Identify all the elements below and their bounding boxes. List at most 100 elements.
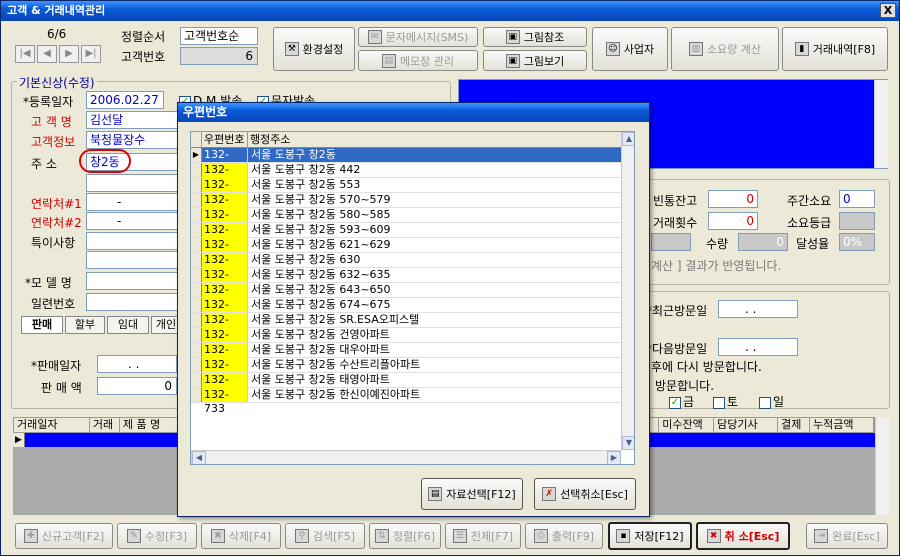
delete-button[interactable]: ✖ 삭제[F4]: [201, 523, 281, 549]
day-sun-checkbox[interactable]: 일: [759, 393, 784, 410]
postal-row[interactable]: 132-692서울 도봉구 창2동 수산트리플아파트: [191, 358, 621, 385]
col-product: 제 품 명: [120, 418, 180, 432]
scroll-right-icon[interactable]: ▶: [607, 451, 621, 464]
tab-rental[interactable]: 임대: [107, 316, 149, 334]
tab-installment[interactable]: 할부: [65, 316, 105, 334]
postal-row[interactable]: 132-959서울 도봉구 창2동 570~579: [191, 193, 621, 220]
postal-row[interactable]: 132-918서울 도봉구 창2동 553: [191, 178, 621, 205]
address-cell: 서울 도봉구 창2동 593~609: [251, 223, 391, 236]
select-data-button[interactable]: ▤ 자료선택[F12]: [421, 478, 523, 510]
postal-row[interactable]: 132-923서울 도봉구 창2동 643~650: [191, 283, 621, 310]
done-button[interactable]: ⇥ 완료[Esc]: [806, 523, 888, 549]
address-cell: 서울 도봉구 창2동 한신이예진아파트: [251, 388, 421, 401]
contact2-field[interactable]: -: [86, 212, 186, 230]
new-icon: ✚: [23, 529, 38, 543]
tab-sale[interactable]: 판매: [21, 316, 63, 334]
edit-button[interactable]: ✎ 수정[F3]: [117, 523, 197, 549]
postal-row[interactable]: 132-693서울 도봉구 창2동 SR.ESA오피스텔: [191, 313, 621, 340]
record-counter: 6/6: [47, 27, 67, 41]
grade-field: [839, 212, 875, 230]
postal-row[interactable]: 132-732서울 도봉구 창2동 태영아파트: [191, 373, 621, 400]
memo-scrollbar[interactable]: [874, 80, 888, 168]
postal-row[interactable]: 132-750서울 도봉구 창2동 건영아파트: [191, 328, 621, 355]
postal-row[interactable]: 132-784서울 도봉구 창2동 대우아파트: [191, 343, 621, 370]
memo-button[interactable]: ▤ 메모장 관리: [358, 50, 478, 71]
postal-code-list[interactable]: 우편번호 행정주소 ▶132-042서울 도봉구 창2동132-912서울 도봉…: [190, 131, 635, 465]
close-button[interactable]: X: [880, 3, 896, 18]
save-button[interactable]: ▪ 저장[F12]: [608, 522, 692, 550]
postal-code-cell: 132-750: [202, 328, 248, 355]
postal-row[interactable]: ▶132-042서울 도봉구 창2동: [191, 148, 621, 175]
print-button[interactable]: ⎙ 출력[F9]: [525, 523, 603, 549]
sort-button[interactable]: ⇅ 정렬[F6]: [369, 523, 441, 549]
postal-row[interactable]: 132-921서울 도봉구 창2동 630: [191, 253, 621, 280]
next-visit-field[interactable]: . .: [718, 338, 798, 356]
model-field[interactable]: [86, 272, 186, 290]
address-cell: 서울 도봉구 창2동 대우아파트: [251, 343, 390, 356]
contact1-field[interactable]: -: [86, 193, 186, 211]
next-record-button[interactable]: ▶: [59, 45, 79, 63]
cancel-button[interactable]: ✖ 취 소[Esc]: [696, 522, 790, 550]
address-cell: 서울 도봉구 창2동: [248, 148, 621, 162]
postal-code-cell: 132-920: [202, 298, 248, 325]
sale-amount-field[interactable]: 0: [97, 377, 177, 395]
postal-code-cell: 132-923: [202, 283, 248, 310]
postal-code-cell: 132-918: [202, 208, 248, 235]
reg-date-field[interactable]: 2006.02.27: [86, 91, 164, 109]
customer-no-label: 고객번호: [121, 50, 166, 64]
row-pointer-icon: [191, 343, 202, 357]
postal-row[interactable]: 132-733 서울 도봉구 창2동 한신이예진아파트: [191, 388, 621, 415]
address-cell: 서울 도봉구 창2동 건영아파트: [251, 328, 390, 341]
postal-row[interactable]: 132-922서울 도봉구 창2동 632~635: [191, 268, 621, 295]
postal-row[interactable]: 132-918서울 도봉구 창2동 580~585: [191, 208, 621, 235]
day-sat-checkbox[interactable]: 토: [713, 393, 738, 410]
business-button[interactable]: ☺ 사업자: [592, 27, 668, 71]
postal-code-cell: 132-918: [202, 178, 248, 205]
qty-label: 수량: [706, 237, 729, 251]
search-button[interactable]: ⚲ 검색[F5]: [285, 523, 365, 549]
picture-ref-button[interactable]: ▣ 그림참조: [483, 27, 587, 47]
notes-field[interactable]: [86, 232, 186, 250]
transactions-button[interactable]: ▮ 거래내역[F8]: [782, 27, 888, 71]
message-icon: ✉: [367, 30, 382, 44]
last-record-button[interactable]: ▶|: [81, 45, 101, 63]
picture-view-icon: ▣: [505, 53, 520, 68]
postal-row[interactable]: 132-919서울 도봉구 창2동 593~609: [191, 223, 621, 250]
sms-button[interactable]: ✉ 문자메시지(SMS): [358, 27, 478, 47]
postal-list-vscroll[interactable]: ▲ ▼: [621, 132, 634, 450]
select-icon: ▤: [428, 487, 443, 501]
row-pointer-icon: [191, 178, 202, 192]
grid-scrollbar[interactable]: [875, 417, 889, 515]
cancel-selection-button[interactable]: ✗ 선택취소[Esc]: [534, 478, 636, 510]
search-icon: ⚲: [294, 529, 309, 543]
prev-record-button[interactable]: ◀: [37, 45, 57, 63]
first-record-button[interactable]: |◀: [15, 45, 35, 63]
picture-view-button[interactable]: ▣ 그림보기: [483, 50, 587, 71]
sale-amount-label: 판 매 액: [41, 381, 82, 395]
postal-list-hscroll[interactable]: ◀ ▶: [191, 450, 621, 464]
notes-field-2[interactable]: [86, 251, 186, 269]
sort-icon: ⇅: [374, 529, 389, 543]
settings-button[interactable]: ⚒ 환경설정: [273, 27, 355, 71]
postal-code-dialog: 우편번호 우편번호 행정주소 ▶132-042서울 도봉구 창2동132-912…: [177, 102, 650, 517]
sale-date-field[interactable]: . .: [97, 355, 177, 373]
consumption-calc-button[interactable]: ▥ 소요량 계산: [671, 27, 779, 71]
scroll-down-icon[interactable]: ▼: [622, 436, 634, 450]
last-visit-field[interactable]: . .: [718, 300, 798, 318]
scroll-up-icon[interactable]: ▲: [622, 132, 634, 146]
serial-label: 일련번호: [31, 297, 76, 311]
serial-field[interactable]: [86, 293, 186, 311]
sort-label: 정렬순서: [121, 30, 166, 44]
postal-row[interactable]: 132-920서울 도봉구 창2동 621~629: [191, 238, 621, 265]
new-customer-button[interactable]: ✚ 신규고객[F2]: [15, 523, 113, 549]
postal-row[interactable]: 132-920서울 도봉구 창2동 674~675: [191, 298, 621, 325]
postal-row[interactable]: 132-912서울 도봉구 창2동 442: [191, 163, 621, 190]
sort-select[interactable]: 고객번호순: [180, 27, 258, 45]
scroll-left-icon[interactable]: ◀: [192, 451, 206, 464]
memo-icon: ▤: [381, 53, 396, 68]
bottle-icon: ▮: [794, 42, 809, 56]
customer-no-field: 6: [180, 47, 258, 65]
day-fri-checkbox[interactable]: ✓ 금: [669, 393, 694, 410]
all-button[interactable]: ☰ 전체[F7]: [445, 523, 521, 549]
address-detail-field[interactable]: [86, 174, 186, 192]
